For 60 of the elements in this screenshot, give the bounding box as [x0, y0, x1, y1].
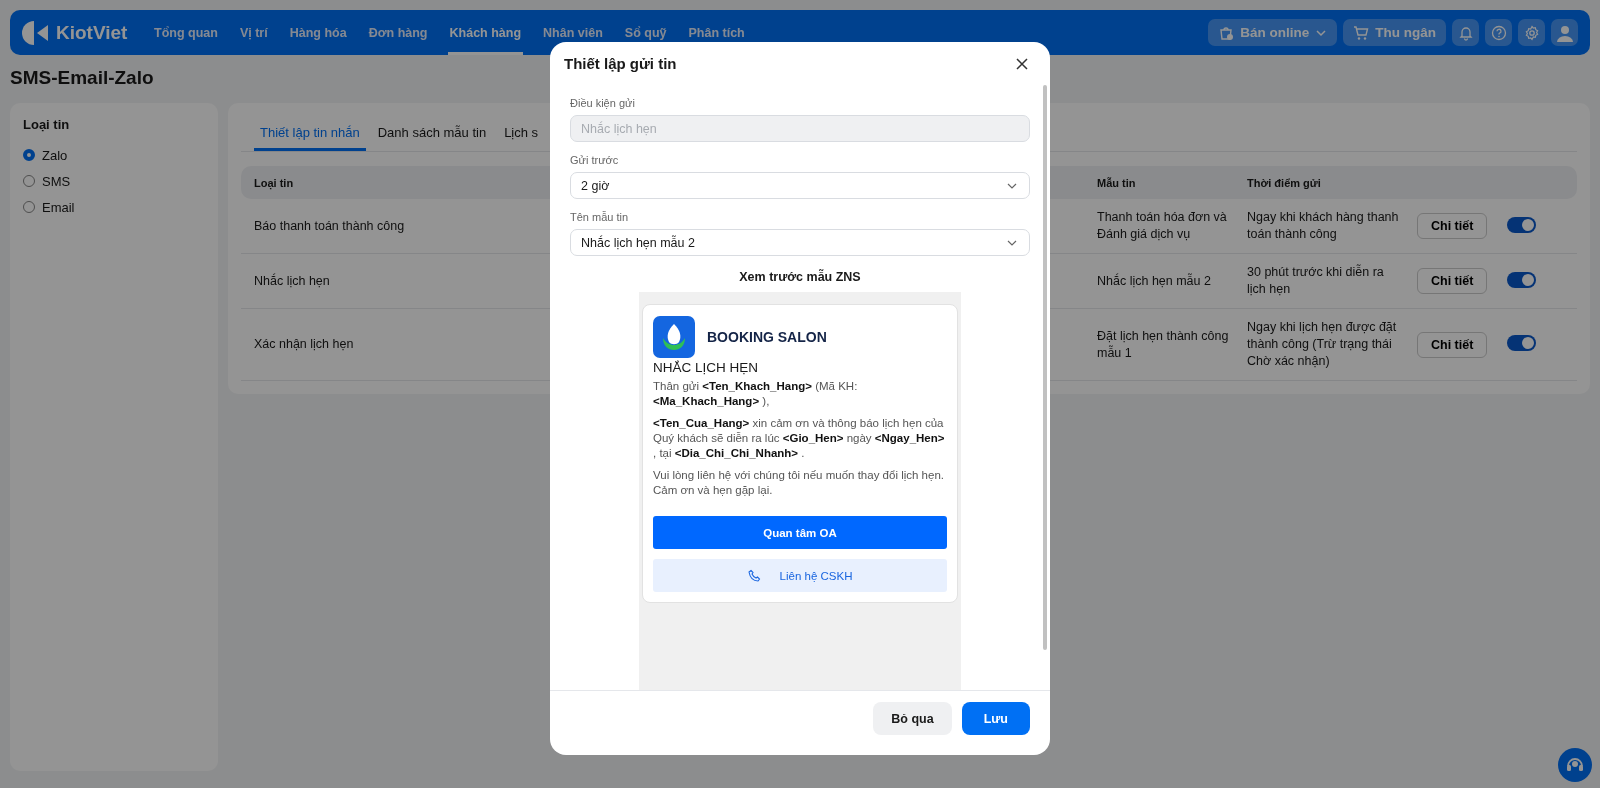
radio-option[interactable]: SMS	[23, 168, 205, 194]
contact-button[interactable]: Liên hệ CSKH	[653, 559, 947, 592]
tab[interactable]: Lịch s	[498, 119, 545, 151]
radio-option[interactable]: Zalo	[23, 142, 205, 168]
logo-icon	[22, 18, 50, 47]
nav-link[interactable]: Khách hàng	[447, 10, 524, 55]
cancel-button[interactable]: Bỏ qua	[873, 702, 952, 735]
brand-name: BOOKING SALON	[707, 329, 827, 345]
nav-link[interactable]: Vị trí	[237, 10, 270, 55]
scrollbar[interactable]	[1043, 85, 1047, 650]
preview-title: Xem trước mẫu ZNS	[738, 270, 862, 284]
table-cell-text: Đặt lịch hẹn thành công mẫu 1	[1097, 327, 1230, 362]
message-paragraph: Vui lòng liên hệ với chúng tôi nếu muốn thay đổi lịch hẹn. Cảm ơn và hẹn gặp lại.	[653, 468, 945, 498]
message-heading: NHẮC LỊCH HẸN	[653, 360, 759, 375]
table-cell-text: Báo thanh toán thành công	[254, 217, 406, 235]
field-label: Tên mẫu tin	[570, 211, 630, 223]
bag-icon	[1218, 24, 1235, 41]
table-cell-text: Nhắc lịch hẹn	[254, 272, 331, 290]
tab[interactable]: Thiết lập tin nhắn	[254, 119, 366, 151]
radio-option[interactable]: Email	[23, 194, 205, 220]
field-label: Điều kiện gửi	[570, 97, 636, 109]
column-header: Thời điểm gửi	[1247, 176, 1321, 189]
column-header: Mẫu tin	[1097, 176, 1136, 189]
column-header: Loại tin	[254, 176, 294, 189]
table-cell-text: Thanh toán hóa đơn và Đánh giá dịch vụ	[1097, 209, 1228, 243]
detail-button[interactable]: Chi tiết	[1417, 268, 1488, 294]
filter-title: Loại tin	[23, 117, 71, 132]
detail-button[interactable]: Chi tiết	[1417, 331, 1488, 358]
cart-icon	[1353, 24, 1370, 41]
support-button[interactable]	[1558, 748, 1592, 782]
toggle-switch[interactable]	[1507, 335, 1536, 351]
message-paragraph: Thân gửi <Ten_Khach_Hang> (Mã KH: <Ma_Khach_Hang> ),	[653, 379, 859, 409]
phone-icon	[747, 568, 762, 583]
close-icon	[1016, 57, 1028, 70]
page-title: SMS-Email-Zalo	[10, 67, 155, 89]
select-field[interactable]: Nhắc lịch hẹn mẫu 2	[570, 229, 1030, 256]
select-field[interactable]: 2 giờ	[570, 172, 1030, 199]
close-button[interactable]	[1014, 55, 1030, 72]
toggle-switch[interactable]	[1507, 271, 1536, 288]
settings-icon	[1523, 24, 1540, 41]
follow-button[interactable]: Quan tâm OA	[653, 516, 947, 549]
logo-text: KiotViet	[56, 21, 128, 44]
table-cell-text: Nhắc lịch hẹn mẫu 2	[1097, 272, 1212, 290]
table-cell-text: 30 phút trước khi diễn ra lịch hẹn	[1247, 264, 1385, 298]
save-button[interactable]: Lưu	[961, 702, 1030, 735]
nav-link[interactable]: Hàng hóa	[287, 10, 349, 55]
toggle-switch[interactable]	[1507, 216, 1536, 233]
bell-icon	[1457, 24, 1474, 41]
nav-link[interactable]: Tổng quan	[152, 10, 220, 55]
detail-button[interactable]: Chi tiết	[1417, 213, 1488, 239]
lotus-logo-icon	[653, 316, 695, 358]
message-paragraph: <Ten_Cua_Hang> xin cảm ơn và thông báo lịch hẹn của Quý khách sẽ diễn ra lúc <Gio_Hen> ngày <Ngay_Hen> , tại <Dia_Chi_Chi_Nhanh> .	[653, 416, 946, 461]
help-icon	[1490, 24, 1507, 41]
dialog-title: Thiết lập gửi tin	[564, 55, 677, 72]
table-cell-text: Ngay khi lịch hẹn được đặt thành công (Trừ trạng thái Chờ xác nhận)	[1247, 319, 1398, 370]
nav-link[interactable]: Đơn hàng	[366, 10, 430, 55]
table-cell-text: Xác nhận lịch hẹn	[254, 336, 355, 353]
table-cell-text: Ngay khi khách hàng thanh toán thành công	[1247, 209, 1400, 243]
field-label: Gửi trước	[570, 154, 620, 166]
tab[interactable]: Danh sách mẫu tin	[371, 119, 493, 151]
